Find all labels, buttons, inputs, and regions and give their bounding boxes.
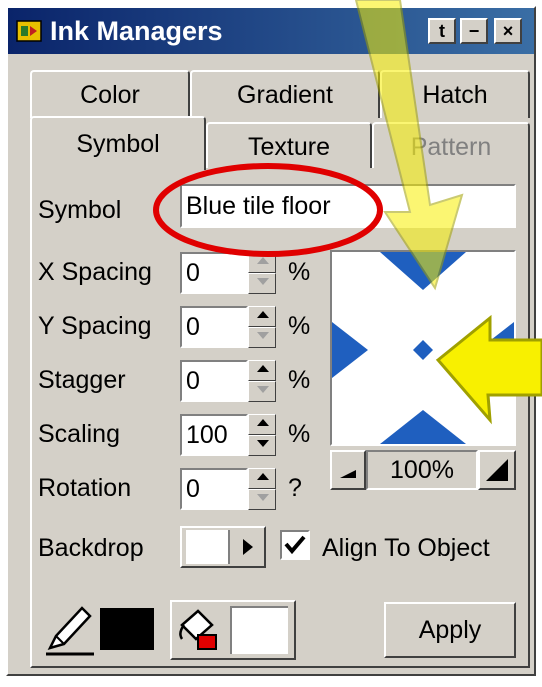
rotation-unit: ? <box>288 474 302 502</box>
stepper-up-icon[interactable] <box>248 306 276 327</box>
tab-hatch[interactable]: Hatch <box>380 70 530 118</box>
align-to-object-label: Align To Object <box>322 534 490 562</box>
scaling-unit: % <box>288 420 311 448</box>
zoom-in-icon <box>486 459 508 481</box>
stagger-stepper[interactable] <box>248 360 276 402</box>
tab-label: Symbol <box>76 129 160 158</box>
zoom-out-icon <box>340 470 356 478</box>
rotation-label: Rotation <box>38 474 132 502</box>
minimize-button[interactable]: − <box>460 18 488 44</box>
tab-label: Pattern <box>410 132 492 161</box>
apply-label: Apply <box>418 615 482 644</box>
stepper-down-icon[interactable] <box>248 435 276 456</box>
tab-symbol[interactable]: Symbol <box>30 116 206 170</box>
tile-pattern-image <box>332 252 514 444</box>
scaling-label: Scaling <box>38 420 120 448</box>
stepper-down-icon[interactable] <box>248 381 276 402</box>
rotation-field[interactable]: 0 <box>180 468 248 510</box>
tab-label: Gradient <box>237 80 333 109</box>
triangle-right-icon <box>243 539 253 555</box>
minimize-icon: − <box>468 20 480 41</box>
checkmark-icon <box>284 535 306 555</box>
zoom-level: 100% <box>366 450 478 490</box>
backdrop-swatch <box>186 530 230 564</box>
tab-texture[interactable]: Texture <box>206 122 372 170</box>
pin-button[interactable]: t <box>428 18 456 44</box>
zoom-value: 100% <box>390 455 454 484</box>
close-icon: × <box>502 20 514 41</box>
tab-color[interactable]: Color <box>30 70 190 118</box>
fill-color-swatch <box>230 606 288 654</box>
tab-gradient[interactable]: Gradient <box>190 70 380 118</box>
tile-shape <box>380 252 466 290</box>
pin-icon: t <box>439 20 445 41</box>
title-bar[interactable]: Ink Managers t − × <box>8 8 534 54</box>
zoom-in-button[interactable] <box>478 450 516 490</box>
tab-pattern[interactable]: Pattern <box>372 122 530 170</box>
window-title: Ink Managers <box>50 16 223 46</box>
ink-manager-icon <box>16 20 42 42</box>
y-spacing-label: Y Spacing <box>38 312 152 340</box>
tab-label: Color <box>80 80 140 109</box>
stepper-up-icon[interactable] <box>248 252 276 273</box>
stepper-up-icon[interactable] <box>248 360 276 381</box>
stepper-up-icon[interactable] <box>248 414 276 435</box>
scaling-stepper[interactable] <box>248 414 276 456</box>
backdrop-label: Backdrop <box>38 534 144 562</box>
x-spacing-stepper[interactable] <box>248 252 276 294</box>
zoom-out-button[interactable] <box>330 450 366 490</box>
pen-color-swatch[interactable] <box>100 608 154 650</box>
x-spacing-field[interactable]: 0 <box>180 252 248 294</box>
stepper-up-icon[interactable] <box>248 468 276 489</box>
rotation-stepper[interactable] <box>248 468 276 510</box>
y-spacing-unit: % <box>288 312 311 340</box>
stepper-down-icon[interactable] <box>248 327 276 348</box>
stagger-field[interactable]: 0 <box>180 360 248 402</box>
stepper-down-icon[interactable] <box>248 489 276 510</box>
stagger-label: Stagger <box>38 366 126 394</box>
paint-bucket-icon <box>179 609 217 650</box>
close-button[interactable]: × <box>494 18 522 44</box>
y-spacing-stepper[interactable] <box>248 306 276 348</box>
backdrop-dropdown[interactable] <box>180 526 266 568</box>
stagger-unit: % <box>288 366 311 394</box>
stepper-down-icon[interactable] <box>248 273 276 294</box>
x-spacing-label: X Spacing <box>38 258 152 286</box>
symbol-label: Symbol <box>38 196 122 224</box>
symbol-name-field[interactable]: Blue tile floor <box>180 184 516 228</box>
align-to-object-checkbox[interactable] <box>280 530 310 560</box>
scaling-field[interactable]: 100 <box>180 414 248 456</box>
apply-button[interactable]: Apply <box>384 602 516 658</box>
fill-button[interactable] <box>170 600 296 660</box>
symbol-preview <box>330 250 516 446</box>
tile-shape <box>380 410 466 444</box>
tab-label: Texture <box>248 132 330 161</box>
tile-shape <box>332 322 368 378</box>
tile-shape <box>478 322 514 378</box>
tile-shape <box>413 340 433 360</box>
y-spacing-field[interactable]: 0 <box>180 306 248 348</box>
x-spacing-unit: % <box>288 258 311 286</box>
pen-icon[interactable] <box>42 602 98 658</box>
tab-label: Hatch <box>422 80 488 109</box>
